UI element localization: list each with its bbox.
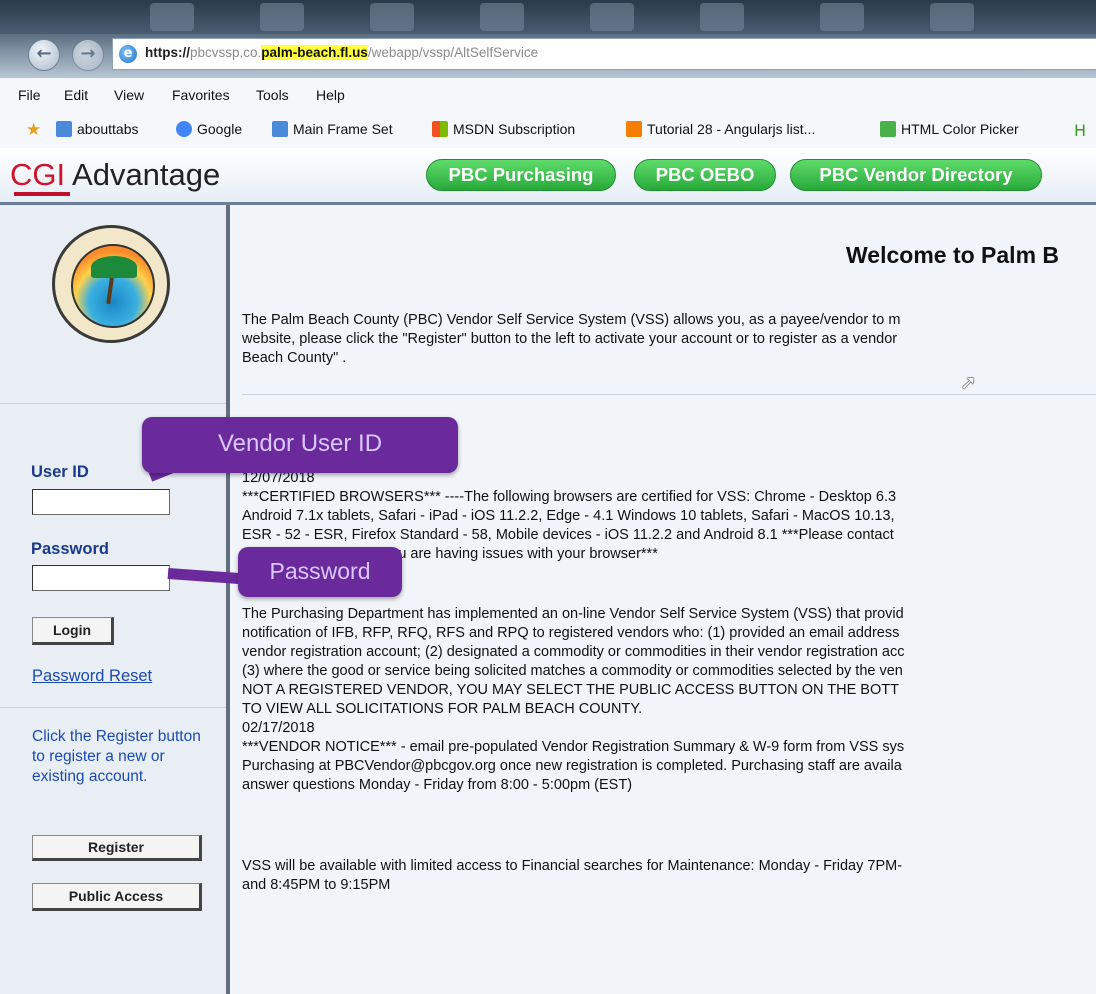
internet-explorer-icon: e [119, 45, 137, 63]
password-label: Password [31, 540, 109, 558]
menu-edit[interactable]: Edit [64, 87, 88, 103]
notice-line: NOT A REGISTERED VENDOR, YOU MAY SELECT … [242, 682, 899, 698]
notice-line: VSS will be available with limited acces… [242, 858, 903, 874]
back-button[interactable]: ← [28, 39, 60, 71]
user-id-input[interactable] [32, 489, 170, 515]
url-path: /webapp/vssp/AltSelfService [367, 45, 539, 60]
tab-thumbnail[interactable] [590, 3, 634, 31]
menu-help[interactable]: Help [316, 87, 345, 103]
notice-date: 02/17/2018 [242, 720, 315, 736]
seal-emblem [71, 244, 155, 328]
url-domain: palm-beach.fl.us [261, 45, 368, 60]
microsoft-icon [432, 121, 448, 137]
notice-line: ESR - 52 - ESR, Firefox Standard - 58, M… [242, 527, 894, 543]
intro-line: Beach County" . [242, 350, 347, 366]
favorite-label: abouttabs [77, 121, 139, 137]
favorites-star-icon[interactable]: ★ [26, 120, 41, 140]
favorite-abouttabs[interactable]: abouttabs [56, 121, 139, 137]
url-text[interactable]: https://pbcvssp.co.palm-beach.fl.us/weba… [145, 45, 538, 60]
password-reset-link[interactable]: Password Reset [32, 667, 152, 686]
favorite-main-frame-set[interactable]: Main Frame Set [272, 121, 393, 137]
rss-feed-icon[interactable]: ᕼ [1074, 121, 1086, 141]
tab-thumbnail[interactable] [930, 3, 974, 31]
intro-paragraph: The Palm Beach County (PBC) Vendor Self … [242, 311, 1096, 368]
favorite-google[interactable]: Google [176, 121, 242, 137]
blogger-icon [626, 121, 642, 137]
content-divider [242, 394, 1096, 395]
login-button[interactable]: Login [32, 617, 114, 645]
notice-line: vendor registration account; (2) designa… [242, 644, 905, 660]
intro-line: The Palm Beach County (PBC) Vendor Self … [242, 312, 901, 328]
favorite-label: Tutorial 28 - Angularjs list... [647, 121, 816, 137]
notice-maintenance: VSS will be available with limited acces… [242, 857, 1096, 895]
pbc-oebo-link[interactable]: PBC OEBO [634, 159, 776, 191]
notice-line: answer questions Monday - Friday from 8:… [242, 777, 633, 793]
url-subdomain: pbcvssp.co. [190, 45, 262, 60]
welcome-title: Welcome to Palm B [846, 242, 1060, 268]
password-input[interactable] [32, 565, 170, 591]
tab-thumbnail[interactable] [260, 3, 304, 31]
brand-advantage: Advantage [65, 157, 221, 192]
notice-line: ***CERTIFIED BROWSERS*** ----The followi… [242, 489, 897, 505]
menu-bar: File Edit View Favorites Tools Help [0, 78, 1096, 113]
palm-beach-county-seal [52, 225, 170, 343]
sidebar: User ID Password Login Password Reset Cl… [0, 205, 230, 994]
register-button[interactable]: Register [32, 835, 202, 861]
favorite-label: MSDN Subscription [453, 121, 576, 137]
sidebar-divider [0, 707, 226, 708]
google-icon [176, 121, 192, 137]
address-bar[interactable]: e https://pbcvssp.co.palm-beach.fl.us/we… [112, 38, 1096, 70]
notice-purchasing: The Purchasing Department has implemente… [242, 605, 1096, 795]
back-arrow-icon: ← [36, 43, 52, 64]
favorite-tutorial-28[interactable]: Tutorial 28 - Angularjs list... [626, 121, 815, 137]
menu-favorites[interactable]: Favorites [172, 87, 230, 103]
color-picker-icon [880, 121, 896, 137]
cgi-advantage-logo: CGI Advantage [10, 157, 220, 193]
tab-thumbnail[interactable] [700, 3, 744, 31]
tab-thumbnail[interactable] [480, 3, 524, 31]
forward-button[interactable]: → [72, 39, 104, 71]
notice-line: Purchasing at PBCVendor@pbcgov.org once … [242, 758, 902, 774]
pbc-vendor-directory-link[interactable]: PBC Vendor Directory [790, 159, 1042, 191]
main-content: Welcome to Palm B The Palm Beach County … [230, 205, 1096, 994]
public-access-button[interactable]: Public Access [32, 883, 202, 911]
favorites-bar: ★ abouttabs Google Main Frame Set MSDN S… [0, 112, 1096, 149]
url-protocol: https:// [145, 45, 190, 60]
user-id-label: User ID [31, 463, 89, 481]
notice-line: (3) where the good or service being soli… [242, 663, 903, 679]
tab-thumbnail[interactable] [150, 3, 194, 31]
password-callout: Password [238, 547, 402, 597]
brand-cgi: CGI [10, 157, 66, 192]
notice-line: TO VIEW ALL SOLICITATIONS FOR PALM BEACH… [242, 701, 643, 717]
tab-thumbnail[interactable] [820, 3, 864, 31]
app-header: CGI Advantage PBC Purchasing PBC OEBO PB… [0, 148, 1096, 205]
intro-line: website, please click the "Register" but… [242, 331, 898, 347]
tab-thumbnail[interactable] [370, 3, 414, 31]
notice-line: The Purchasing Department has implemente… [242, 606, 904, 622]
tab-strip [0, 0, 1096, 34]
logo-underline [14, 192, 70, 196]
favorite-label: Google [197, 121, 243, 137]
menu-view[interactable]: View [114, 87, 144, 103]
register-instructions: Click the Register button to register a … [32, 728, 201, 785]
mouse-cursor-icon: ➚ [960, 370, 977, 394]
page-icon [56, 121, 72, 137]
menu-tools[interactable]: Tools [256, 87, 289, 103]
browser-window: ← → e https://pbcvssp.co.palm-beach.fl.u… [0, 0, 1096, 994]
favorite-msdn[interactable]: MSDN Subscription [432, 121, 575, 137]
favorite-html-color-picker[interactable]: HTML Color Picker [880, 121, 1019, 137]
forward-arrow-icon: → [80, 43, 96, 64]
page-icon [272, 121, 288, 137]
pbc-purchasing-link[interactable]: PBC Purchasing [426, 159, 616, 191]
notice-line: Android 7.1x tablets, Safari - iPad - iO… [242, 508, 895, 524]
vendor-user-id-callout: Vendor User ID [142, 417, 458, 473]
menu-file[interactable]: File [18, 87, 41, 103]
palm-leaves [91, 256, 137, 278]
favorite-label: Main Frame Set [293, 121, 393, 137]
notice-line: and 8:45PM to 9:15PM [242, 877, 391, 893]
sidebar-divider [0, 403, 226, 404]
notice-line: notification of IFB, RFP, RFQ, RFS and R… [242, 625, 900, 641]
favorite-label: HTML Color Picker [901, 121, 1019, 137]
notice-line: ***VENDOR NOTICE*** - email pre-populate… [242, 739, 905, 755]
